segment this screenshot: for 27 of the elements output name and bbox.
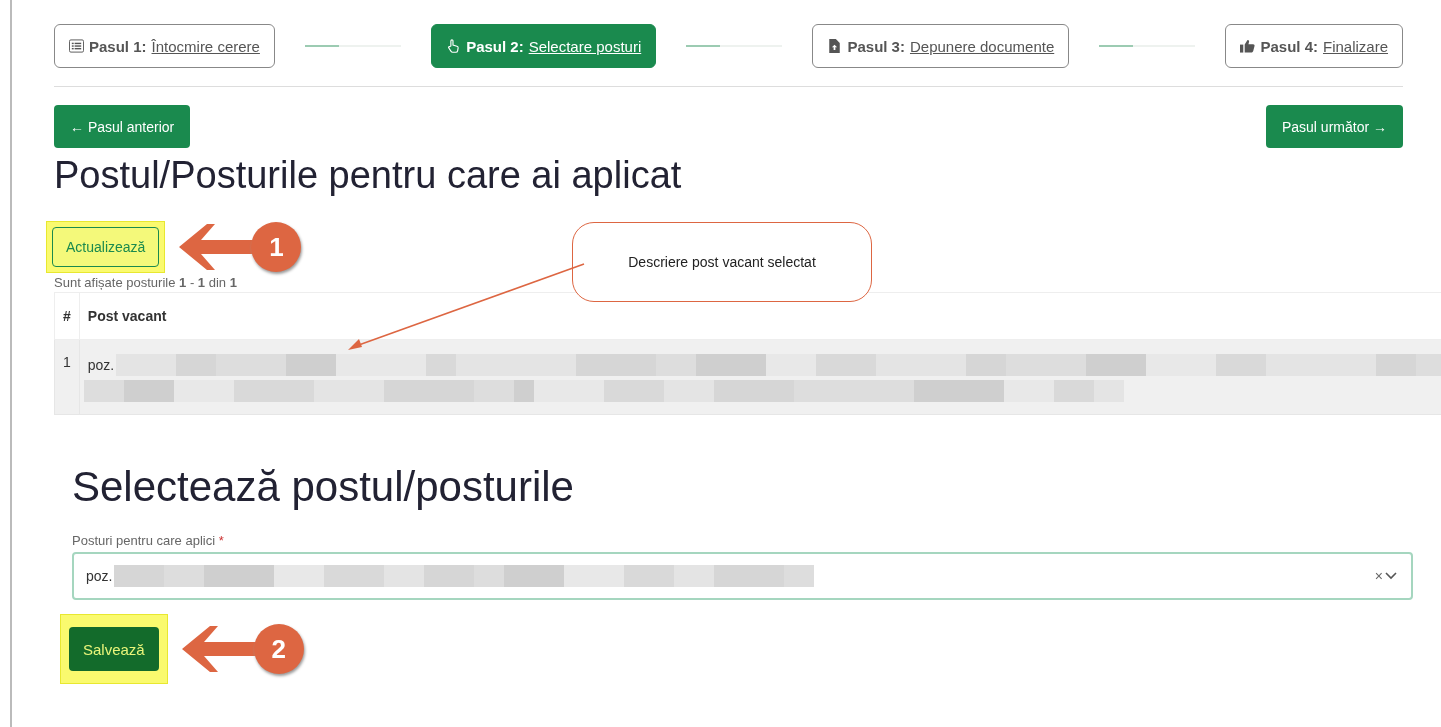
refresh-button[interactable]: Actualizează — [52, 227, 160, 267]
step-tab[interactable]: Pasul 3: Depunere documente — [812, 24, 1070, 68]
table-cell: poz. — [87, 357, 115, 373]
previous-step-button[interactable]: ← Pasul anterior — [54, 105, 191, 148]
select-field[interactable]: poz. × — [72, 552, 1413, 600]
column-header: Post vacant — [79, 292, 1441, 340]
table-cell: 1 — [54, 339, 80, 415]
step-tab[interactable]: Pasul 1: Întocmire cerere — [54, 24, 275, 68]
field-label: Posturi pentru care aplici — [72, 533, 216, 548]
save-button[interactable]: Salvează — [69, 627, 159, 671]
thumbs-up-icon — [1240, 39, 1256, 53]
step-tab[interactable]: Pasul 2: Selectare posturi — [431, 24, 657, 68]
next-step-button[interactable]: Pasul următor → — [1265, 105, 1403, 148]
hand-pointer-icon — [446, 39, 462, 53]
list-icon — [69, 39, 84, 53]
step-tab[interactable]: Pasul 4: Finalizare — [1225, 24, 1403, 68]
step-number-badge: 1 — [251, 222, 302, 272]
results-summary: Sunt afișate posturile 1 - 1 din 1 — [54, 275, 238, 290]
column-header: # — [54, 292, 80, 340]
step-number-badge: 2 — [253, 624, 304, 674]
section-title: Postul/Posturile pentru care ai aplicat — [54, 154, 683, 197]
clear-button[interactable]: × — [1374, 568, 1383, 584]
callout-bubble: Descriere post vacant selectat — [572, 222, 872, 302]
chevron-down-icon — [1385, 572, 1397, 580]
file-upload-icon — [827, 39, 843, 53]
required-mark: * — [218, 533, 224, 548]
section-title: Selectează postul/posturile — [72, 463, 575, 511]
